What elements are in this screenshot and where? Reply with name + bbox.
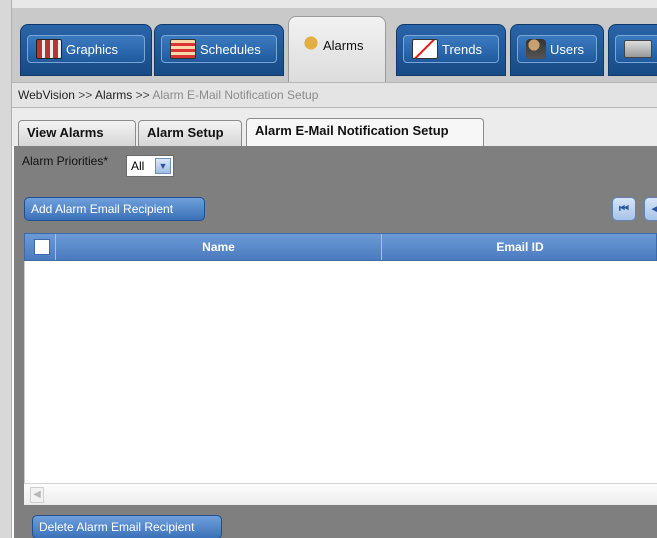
- tab-trends-label: Trends: [442, 41, 482, 57]
- tab-users-label: Users: [550, 41, 584, 57]
- top-strip: [0, 0, 657, 8]
- tab-schedules-label: Schedules: [200, 41, 261, 57]
- breadcrumb-separator: >>: [135, 88, 150, 102]
- recipients-table-header: Name Email ID: [24, 233, 657, 261]
- calendar-icon: [170, 39, 196, 59]
- tab-alarm-setup[interactable]: Alarm Setup: [138, 120, 242, 146]
- tab-trends[interactable]: Trends: [396, 24, 506, 76]
- previous-page-icon[interactable]: ◀: [644, 197, 657, 221]
- first-page-icon[interactable]: ⏮: [612, 197, 636, 221]
- breadcrumb-separator: >>: [78, 88, 93, 102]
- tab-alarms-label: Alarms: [323, 37, 364, 53]
- tab-users[interactable]: Users: [510, 24, 604, 76]
- left-border: [0, 0, 12, 538]
- users-icon: [526, 39, 546, 59]
- recipients-table-body: [24, 261, 657, 483]
- tab-printer[interactable]: [608, 24, 657, 76]
- main-nav-tabs: Graphics Schedules Alarms Trends Users: [12, 8, 657, 82]
- tab-alarms[interactable]: Alarms: [288, 16, 386, 82]
- column-name[interactable]: Name: [55, 234, 381, 260]
- horizontal-scrollbar[interactable]: ◀: [24, 483, 657, 505]
- tab-graphics[interactable]: Graphics: [20, 24, 152, 76]
- tab-view-alarms[interactable]: View Alarms: [18, 120, 136, 146]
- email-notification-panel: Alarm Priorities* All ▼ Add Alarm Email …: [14, 146, 657, 538]
- column-email-id[interactable]: Email ID: [381, 234, 657, 260]
- graphics-icon: [36, 39, 62, 59]
- breadcrumb-alarms[interactable]: Alarms: [95, 88, 132, 102]
- tab-graphics-label: Graphics: [66, 41, 119, 57]
- breadcrumb: WebVision >> Alarms >> Alarm E-Mail Noti…: [12, 82, 657, 108]
- delete-alarm-email-recipient-button[interactable]: Delete Alarm Email Recipient: [32, 515, 222, 538]
- breadcrumb-root[interactable]: WebVision: [18, 88, 75, 102]
- alarm-priorities-value: All: [131, 159, 145, 173]
- select-all-checkbox[interactable]: [34, 239, 50, 255]
- printer-icon: [624, 40, 652, 58]
- chevron-down-icon: ▼: [155, 158, 171, 174]
- alarm-priorities-label: Alarm Priorities*: [22, 154, 109, 168]
- alarm-priorities-select[interactable]: All ▼: [126, 155, 174, 177]
- scroll-left-icon[interactable]: ◀: [30, 487, 44, 503]
- bell-icon: [303, 35, 319, 55]
- webvision-window: Graphics Schedules Alarms Trends Users W…: [0, 0, 657, 538]
- tab-email-notification-setup[interactable]: Alarm E-Mail Notification Setup: [246, 118, 484, 146]
- tab-schedules[interactable]: Schedules: [154, 24, 284, 76]
- trend-chart-icon: [412, 39, 438, 59]
- add-alarm-email-recipient-button[interactable]: Add Alarm Email Recipient: [24, 197, 205, 221]
- alarm-sub-tabs: View Alarms Alarm Setup Alarm E-Mail Not…: [12, 108, 657, 146]
- breadcrumb-current: Alarm E-Mail Notification Setup: [152, 88, 319, 102]
